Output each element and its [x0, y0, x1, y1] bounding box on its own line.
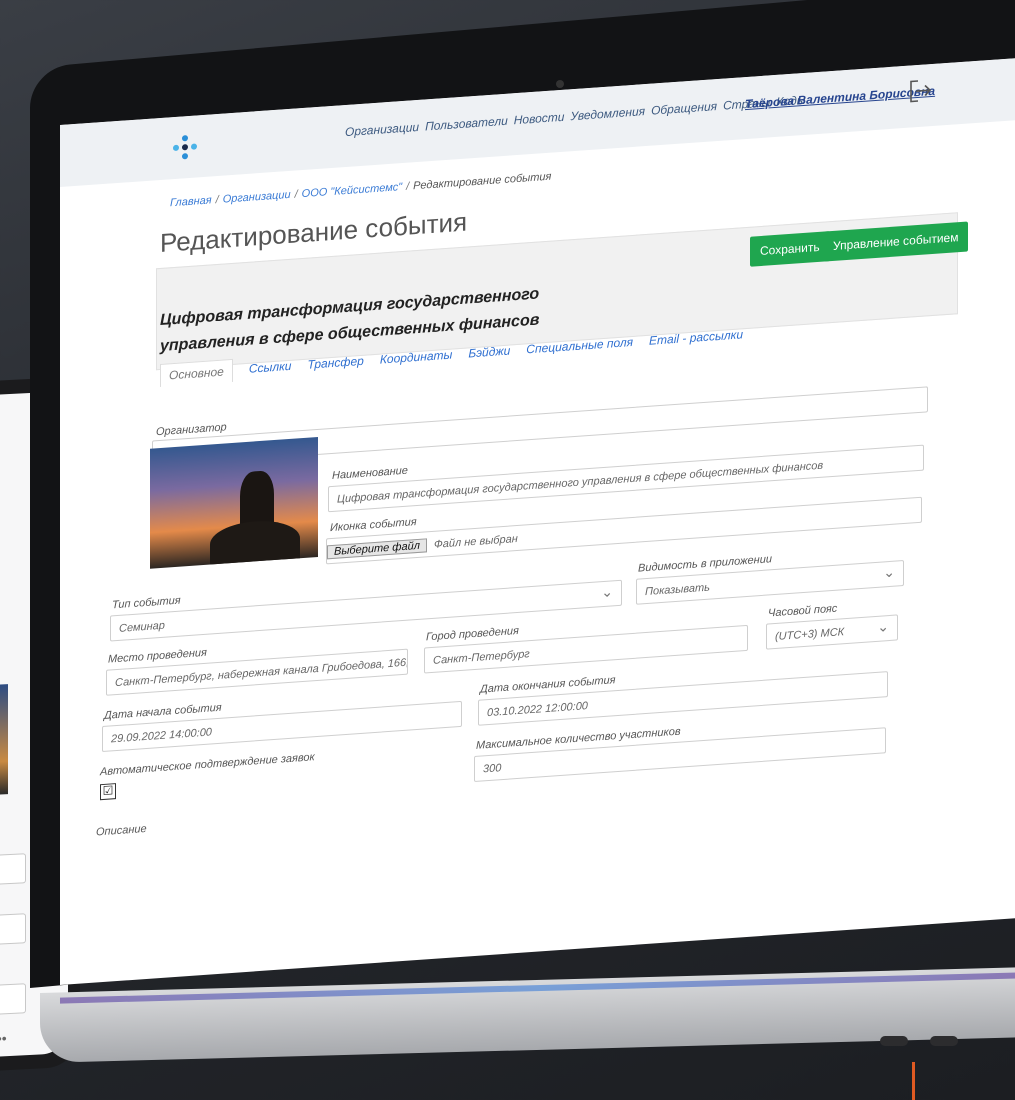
event-icon-label: Иконка события [330, 516, 417, 535]
nav-item-appeals[interactable]: Обращения [651, 99, 717, 118]
breadcrumb: Главная / Организации / ООО "Кейсистемс" / Ред… [170, 170, 552, 210]
tab-main[interactable]: Основное [160, 358, 233, 388]
auto-confirm-checkbox[interactable]: ☑ [100, 783, 116, 801]
description-label: Описание [96, 822, 147, 839]
timezone-label: Часовой пояс [768, 602, 838, 620]
event-icon-file-field: Выберите файл Файл не выбран [326, 496, 922, 565]
app-screen: Организации Пользователи Новости Уведомл… [60, 56, 1015, 985]
orange-accent-line-bottom [912, 1062, 915, 1100]
auto-confirm-label: Автоматическое подтверждение заявок [100, 751, 315, 779]
event-type-label: Тип события [112, 594, 181, 612]
breadcrumb-organization[interactable]: ООО "Кейсистемс" [302, 181, 402, 200]
name-label: Наименование [332, 464, 408, 482]
file-status-text: Файл не выбран [434, 532, 518, 551]
choose-file-button[interactable]: Выберите файл [327, 538, 427, 560]
camera-icon [556, 80, 564, 88]
city-label: Город проведения [426, 624, 519, 644]
usb-port-icon [930, 1036, 958, 1046]
event-image [150, 436, 318, 569]
breadcrumb-home[interactable]: Главная [170, 194, 212, 209]
nav-item-news[interactable]: Новости [514, 110, 565, 128]
breadcrumb-current: Редактирование события [413, 170, 552, 193]
phone-input-field[interactable] [0, 853, 26, 888]
nav-item-organizations[interactable]: Организации [345, 120, 419, 139]
event-type-select[interactable]: Семинар [110, 579, 622, 642]
nav-item-users[interactable]: Пользователи [425, 114, 508, 134]
breadcrumb-organizations[interactable]: Организации [223, 189, 291, 206]
tab-badges[interactable]: Бэйджи [468, 344, 510, 366]
tab-transfer[interactable]: Трансфер [307, 354, 363, 377]
phone-input-field[interactable] [0, 913, 26, 948]
save-button[interactable]: Сохранить [750, 231, 830, 267]
nav-item-notifications[interactable]: Уведомления [570, 104, 645, 123]
phone-select-field[interactable] [0, 983, 26, 1018]
app-logo-icon[interactable] [170, 131, 200, 163]
logout-icon[interactable] [906, 76, 934, 106]
tab-links[interactable]: Ссылки [249, 359, 292, 381]
rock-shape [210, 518, 300, 565]
main-nav: Организации Пользователи Новости Уведомл… [345, 93, 806, 139]
timezone-select[interactable]: (UTC+3) МСК [766, 614, 898, 650]
phone-event-image [0, 684, 8, 798]
usb-port-icon [880, 1036, 908, 1046]
tab-coordinates[interactable]: Координаты [380, 348, 453, 372]
phone-more-icon[interactable]: ••• [0, 1030, 7, 1047]
